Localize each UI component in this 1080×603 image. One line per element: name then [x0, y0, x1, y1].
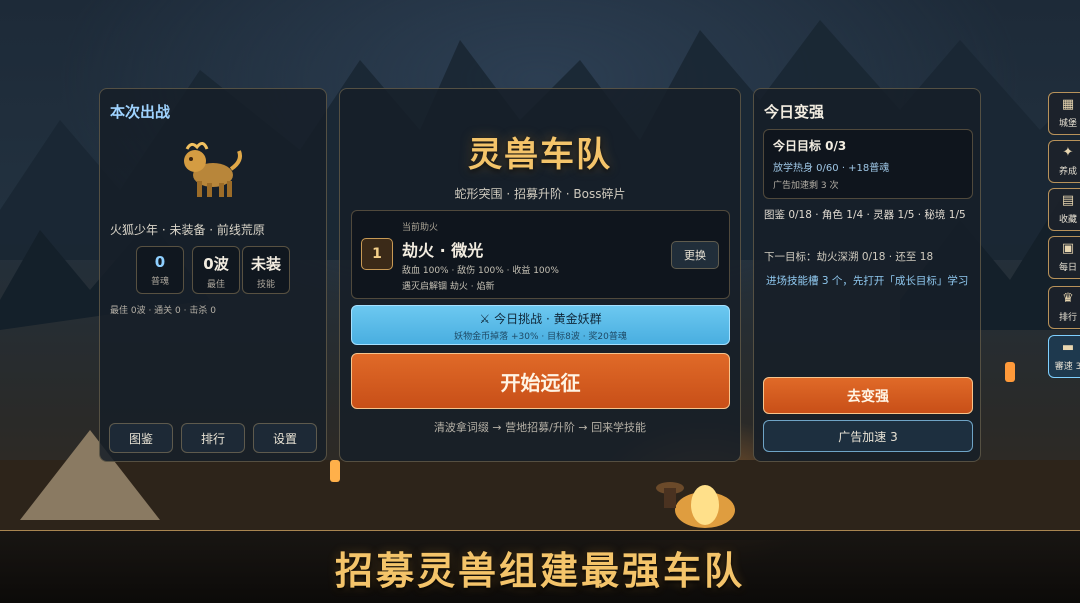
growth-icon: ✦	[1062, 145, 1074, 160]
calendar-icon: ▣	[1061, 241, 1075, 256]
next-goal: 下一目标：劫火深溯 0/18 · 还至 18	[764, 251, 934, 263]
side-nav-growth[interactable]: ✦ 养成	[1048, 140, 1080, 183]
stat-skill: 未装 技能	[242, 246, 290, 294]
side-nav-label: 排行	[1058, 313, 1077, 323]
side-nav-label: 收藏	[1058, 215, 1077, 225]
side-nav-collection[interactable]: ▤ 收藏	[1048, 188, 1080, 231]
helper-hint: 遇灭启解锢 劫火 · 焰新	[402, 282, 495, 292]
ad-boost-button[interactable]: 广告加速 3	[763, 420, 973, 452]
side-nav-ranking[interactable]: ♛ 排行	[1048, 286, 1080, 329]
promo-banner-text: 招募灵兽组建最强车队	[334, 548, 745, 593]
side-nav-daily[interactable]: ▣ 每日	[1048, 236, 1080, 279]
codex-button[interactable]: 图鉴	[109, 423, 173, 453]
side-nav-label: 养成	[1058, 167, 1077, 177]
stat-value: 0波	[203, 255, 229, 273]
record-summary: 最佳 0波 · 通关 0 · 击杀 0	[110, 306, 216, 316]
stat-value: 未装	[250, 255, 281, 273]
stat-value: 0	[154, 253, 166, 271]
daily-upgrade-panel: 今日变强 今日目标 0/3 放学热身 0/60 · +18普魂 广告加速剩 3 …	[753, 88, 981, 462]
gameplay-flow-hint: 清波拿词缀 → 营地招募/升阶 → 回来学技能	[433, 421, 647, 434]
stat-label: 技能	[256, 280, 275, 290]
daily-goal-card: 今日目标 0/3 放学热身 0/60 · +18普魂 广告加速剩 3 次	[763, 129, 973, 199]
helper-stats: 敌血 100% · 敌伤 100% · 收益 100%	[402, 266, 559, 276]
side-nav-speed[interactable]: ▬ 審速 3	[1048, 335, 1080, 378]
challenge-description: 妖物金币掉落 +30% · 目标8波 · 奖20普魂	[454, 332, 627, 342]
current-helper-card: 当前助火 1 劫火 · 微光 敌血 100% · 敌伤 100% · 收益 10…	[351, 210, 730, 299]
growth-tip-link[interactable]: 进场技能槽 3 个，先打开「成长目标」学习	[766, 273, 972, 289]
stat-label: 最佳	[206, 280, 225, 290]
go-upgrade-button[interactable]: 去变强	[763, 377, 973, 414]
trophy-icon: ♛	[1062, 291, 1074, 306]
ranking-button[interactable]: 排行	[181, 423, 245, 453]
swap-helper-button[interactable]: 更换	[671, 241, 719, 269]
book-icon: ▤	[1061, 193, 1075, 208]
qilin-icon	[184, 142, 242, 197]
stat-soul: 0 普魂	[136, 246, 184, 294]
daily-challenge-button[interactable]: ⚔ 今日挑战 · 黄金妖群 妖物金币掉落 +30% · 目标8波 · 奖20普魂	[351, 305, 730, 345]
side-nav-label: 城堡	[1058, 119, 1077, 129]
helper-level-badge: 1	[361, 238, 393, 270]
castle-icon: ▦	[1061, 97, 1075, 112]
ad-boost-remaining: 广告加速剩 3 次	[773, 181, 839, 191]
goal-task: 放学热身 0/60 · +18普魂	[773, 163, 890, 174]
speed-icon: ▬	[1061, 340, 1075, 355]
settings-button[interactable]: 设置	[253, 423, 317, 453]
side-nav-label: 每日	[1058, 263, 1077, 273]
spirit-beast-portrait	[152, 139, 272, 201]
goal-title: 今日目标 0/3	[773, 139, 847, 153]
crossed-swords-icon: ⚔	[479, 312, 491, 326]
panel-title: 本次出战	[110, 103, 171, 121]
hero-status-line: 火狐少年 · 未装备 · 前线荒原	[110, 223, 265, 237]
collection-progress: 图鉴 0/18 · 角色 1/4 · 灵器 1/5 · 秘境 1/5	[764, 209, 966, 221]
game-subtitle: 蛇形突围 · 招募升阶 · Boss碎片	[454, 187, 626, 201]
side-nav-castle[interactable]: ▦ 城堡	[1048, 92, 1080, 135]
start-expedition-button[interactable]: 开始远征	[351, 353, 730, 409]
promo-banner: 招募灵兽组建最强车队	[0, 530, 1080, 603]
challenge-title: 今日挑战 · 黄金妖群	[494, 312, 602, 326]
helper-name: 劫火 · 微光	[402, 241, 484, 260]
game-title: 灵兽车队	[468, 135, 612, 175]
current-deployment-panel: 本次出战 火狐少年 · 未装备 · 前线荒原 0 普魂 0波 最佳 未装 技能 …	[99, 88, 327, 462]
stat-label: 普魂	[150, 277, 169, 287]
main-menu-panel: 灵兽车队 蛇形突围 · 招募升阶 · Boss碎片 当前助火 1 劫火 · 微光…	[339, 88, 741, 462]
panel-title: 今日变强	[764, 103, 825, 121]
side-nav-label: 審速 3	[1054, 362, 1080, 372]
challenge-title-row: ⚔ 今日挑战 · 黄金妖群	[352, 310, 729, 327]
stat-best-wave: 0波 最佳	[192, 246, 240, 294]
helper-caption: 当前助火	[402, 223, 439, 233]
